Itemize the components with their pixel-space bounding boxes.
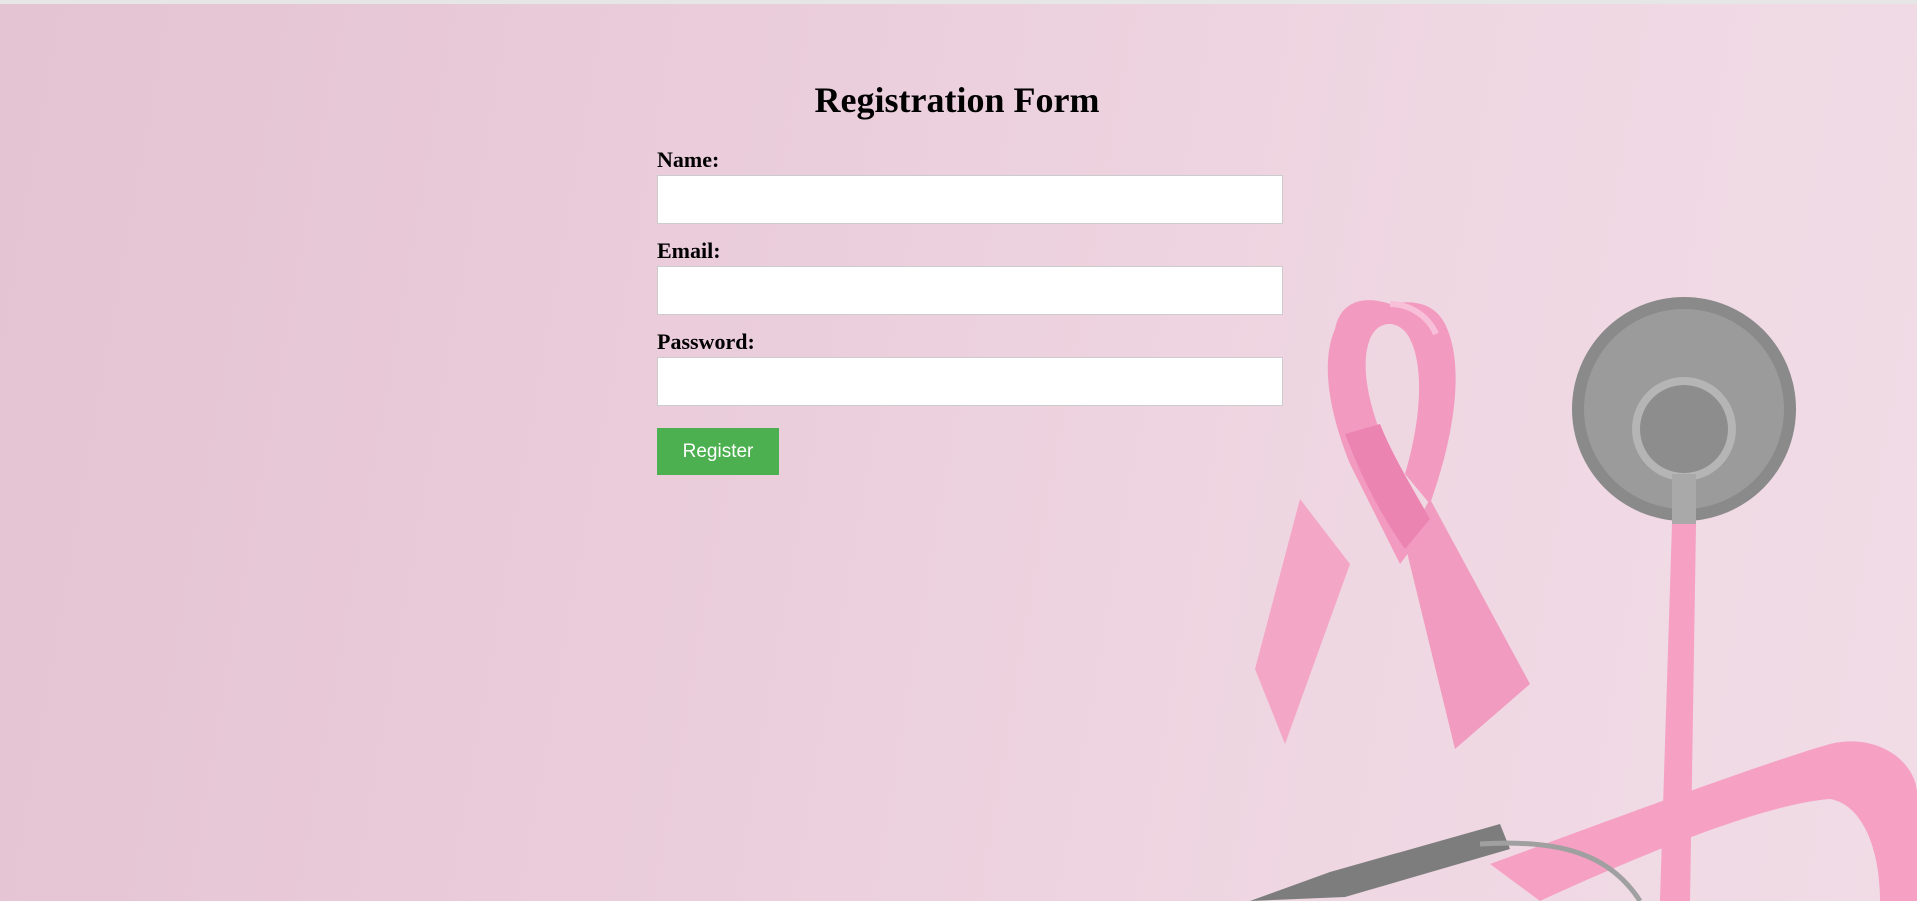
password-input[interactable] [657,357,1283,406]
form-title: Registration Form [814,80,1100,120]
register-button[interactable]: Register [657,428,779,475]
name-input[interactable] [657,175,1283,224]
pink-ribbon-icon [1255,300,1530,749]
email-input[interactable] [657,266,1283,315]
registration-form: Registration Form Name: Email: Password:… [657,70,1283,475]
name-label: Name: [657,147,720,172]
email-label: Email: [657,238,721,263]
password-label: Password: [657,329,755,354]
